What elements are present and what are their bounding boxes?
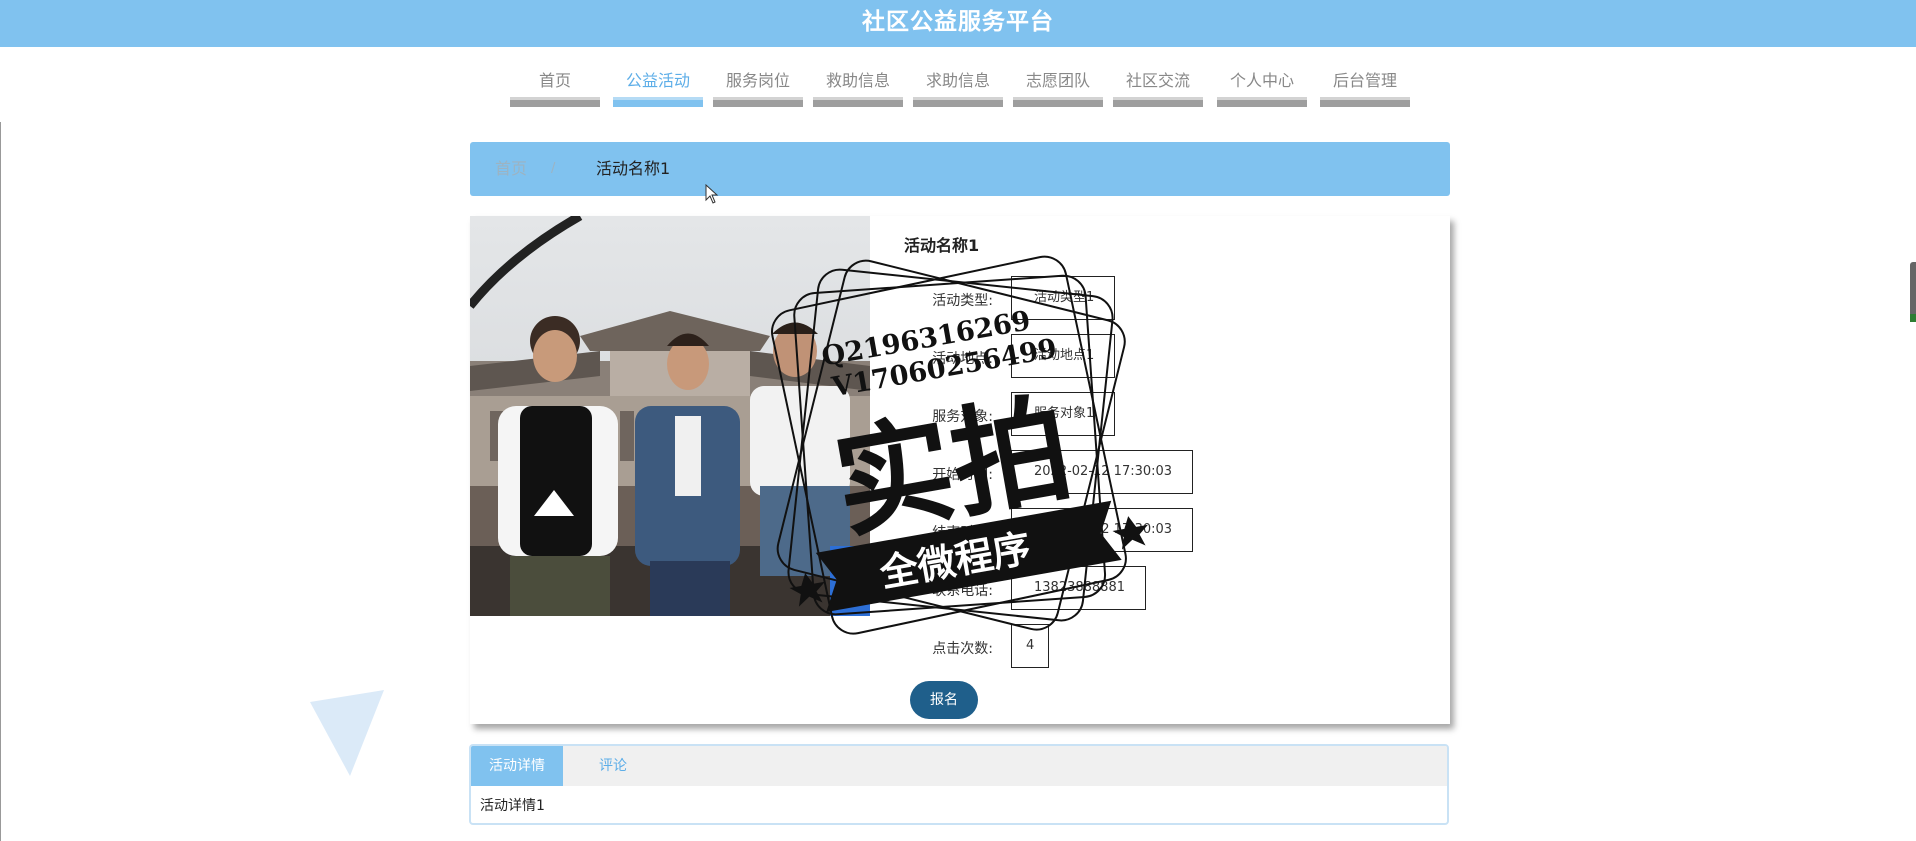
breadcrumb-separator: / [551,161,556,176]
main-nav: 首页 公益活动 服务岗位 救助信息 求助信息 志愿团队 社区交流 个人中心 后台… [0,66,1916,112]
nav-underline [713,97,803,107]
nav-underline [913,97,1003,107]
nav-item-community-forum[interactable]: 社区交流 [1113,66,1203,112]
nav-underline [1013,97,1103,107]
nav-underline [1320,97,1410,107]
watermark-stamp: Q2196316269 V17060256499 实拍 全微程序 [771,255,1148,635]
nav-item-relief-info[interactable]: 救助信息 [813,66,903,112]
nav-underline [613,97,703,107]
nav-item-public-activities[interactable]: 公益活动 [613,66,703,112]
tabs-header: 活动详情 评论 [471,746,1447,786]
side-scroll-handle[interactable] [1910,262,1916,322]
tab-comments[interactable]: 评论 [563,746,663,786]
breadcrumb-current: 活动名称1 [596,159,671,178]
breadcrumb: 首页 / 活动名称1 [470,142,1450,196]
nav-item-help-requests[interactable]: 求助信息 [913,66,1003,112]
breadcrumb-home-link[interactable]: 首页 [495,142,527,196]
mouse-cursor-icon [705,184,719,204]
nav-item-label: 社区交流 [1125,71,1190,90]
nav-item-service-posts[interactable]: 服务岗位 [713,66,803,112]
nav-item-home[interactable]: 首页 [510,66,600,112]
tab-activity-details[interactable]: 活动详情 [471,746,563,786]
decorative-triangle [310,690,384,776]
nav-underline [1217,97,1307,107]
nav-underline [813,97,903,107]
nav-item-label: 志愿团队 [1025,71,1090,90]
nav-item-label: 服务岗位 [725,71,790,90]
nav-item-personal-center[interactable]: 个人中心 [1217,66,1307,112]
nav-item-admin[interactable]: 后台管理 [1320,66,1410,112]
nav-item-label: 救助信息 [825,71,890,90]
nav-item-label: 个人中心 [1229,71,1294,90]
nav-item-label: 公益活动 [625,71,690,90]
nav-underline [1113,97,1203,107]
nav-item-label: 求助信息 [925,71,990,90]
nav-underline [510,97,600,107]
nav-item-label: 后台管理 [1332,71,1397,90]
tab-content-text: 活动详情1 [480,798,545,814]
left-divider [0,122,1,841]
signup-button[interactable]: 报名 [910,681,978,719]
detail-tabs-panel: 活动详情 评论 活动详情1 [469,744,1449,825]
site-title: 社区公益服务平台 [862,9,1054,35]
nav-item-label: 首页 [538,71,571,90]
nav-item-volunteer-teams[interactable]: 志愿团队 [1013,66,1103,112]
